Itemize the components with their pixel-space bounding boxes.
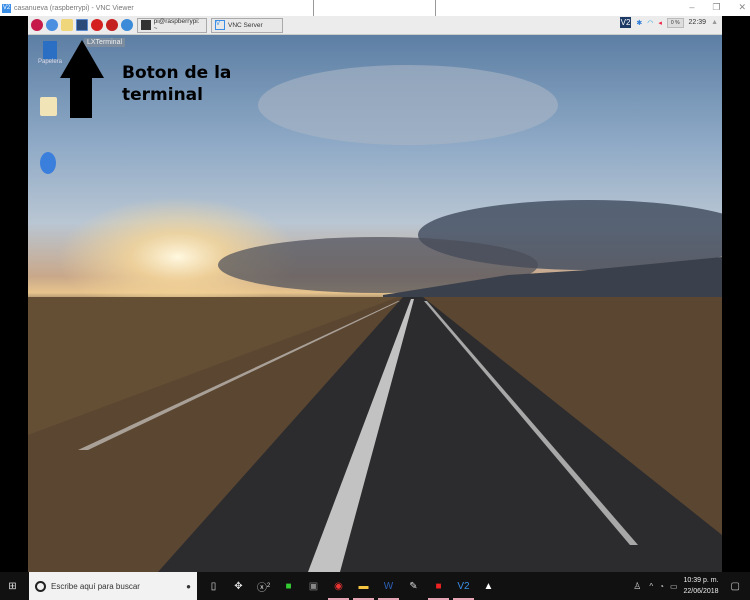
annotation-text: Boton de la terminal <box>122 63 232 105</box>
window-title: casanueva (raspberrypi) - VNC Viewer <box>14 4 134 12</box>
show-hidden-icons[interactable]: ^ <box>649 582 653 591</box>
system-clock[interactable]: 10:39 p. m. 22/06/2018 <box>684 575 719 597</box>
dropbox-icon[interactable]: ✥ <box>226 572 251 600</box>
task-vnc-server[interactable]: V VNC Server <box>211 17 283 33</box>
trash-icon <box>43 41 57 59</box>
task-label: VNC Server <box>228 21 263 29</box>
cpu-monitor: 0 % <box>666 17 684 28</box>
raspberry-pi-panel: pi@raspberrypi: ~ V VNC Server V2 ✱ ◠ ◂ … <box>28 16 722 35</box>
eject-icon[interactable]: ▲ <box>711 19 718 26</box>
network-icon[interactable]: ◔ <box>659 582 664 591</box>
clock-time: 10:39 p. m. <box>683 577 719 584</box>
mathematica-icon[interactable] <box>106 19 118 31</box>
folder-icon <box>40 97 57 116</box>
bluetooth-icon[interactable]: ✱ <box>636 19 642 27</box>
task-terminal[interactable]: pi@raspberrypi: ~ <box>137 17 207 33</box>
chrome-icon[interactable]: ◉ <box>326 572 351 600</box>
evernote-icon[interactable]: ■ <box>276 572 301 600</box>
app-icon[interactable]: ▣ <box>301 572 326 600</box>
maximize-button[interactable]: ❐ <box>712 2 720 13</box>
search-placeholder: Escribe aquí para buscar <box>51 581 140 591</box>
raspberry-menu-icon[interactable] <box>31 19 43 31</box>
vnc-tray-icon[interactable]: V2 <box>619 17 632 28</box>
word-icon[interactable]: W <box>376 572 401 600</box>
web-browser-icon[interactable] <box>46 19 58 31</box>
letterbox-left <box>0 16 28 572</box>
vnc-icon: V <box>215 20 225 30</box>
vnc-viewer-desktop-icon[interactable] <box>40 152 60 174</box>
vnc-toolbar-handle[interactable] <box>313 0 436 17</box>
terminal-icon[interactable] <box>76 19 88 31</box>
terminal-icon <box>141 20 151 30</box>
wifi-icon[interactable]: ◠ <box>647 19 653 27</box>
vnc-logo-icon: V2 <box>2 3 11 13</box>
file-manager-icon[interactable] <box>61 19 73 31</box>
windows-icon: ⊞ <box>8 580 17 592</box>
wolfram-icon[interactable] <box>91 19 103 31</box>
task-label: pi@raspberrypi: ~ <box>153 18 200 32</box>
task-view-button[interactable]: ▯ <box>201 572 226 600</box>
chromium-icon[interactable] <box>121 19 133 31</box>
red-app-icon[interactable]: ■ <box>426 572 451 600</box>
search-box[interactable]: Escribe aquí para buscar ● <box>29 572 197 600</box>
people-icon[interactable]: ♙ <box>633 581 641 592</box>
battery-icon[interactable]: ▭ <box>670 582 678 591</box>
notifications-icon[interactable]: ▢ <box>731 581 740 592</box>
xbox-badge: 2 <box>266 583 271 589</box>
folder-desktop-icon[interactable] <box>40 97 60 116</box>
close-button[interactable]: ✕ <box>738 2 746 13</box>
pen-app-icon[interactable]: ✎ <box>401 572 426 600</box>
microphone-icon[interactable]: ● <box>186 582 191 591</box>
file-explorer-icon[interactable]: ▬ <box>351 572 376 600</box>
vnc-viewer-taskbar-icon[interactable]: V2 <box>451 572 476 600</box>
wallpaper <box>28 65 722 572</box>
minimize-button[interactable]: – <box>689 2 694 13</box>
cortana-icon <box>35 580 46 592</box>
desktop: LXTerminal Papelera Boton de la terminal <box>28 35 722 572</box>
start-button[interactable]: ⊞ <box>0 572 25 600</box>
vnc-viewer-icon <box>40 152 56 174</box>
clock-date: 22/06/2018 <box>683 588 719 595</box>
window-titlebar: V2 casanueva (raspberrypi) - VNC Viewer … <box>0 0 750 17</box>
xbox-icon[interactable]: ⓧ 2 <box>251 572 276 600</box>
volume-icon[interactable]: ◂ <box>658 19 662 27</box>
windows-taskbar: ⊞ Escribe aquí para buscar ● ▯ ✥ ⓧ 2 ■ ▣ … <box>0 572 750 600</box>
panel-clock: 22:39 <box>688 19 707 26</box>
letterbox-right <box>722 16 750 572</box>
photos-icon[interactable]: ▲ <box>476 572 501 600</box>
arrow-annotation-icon <box>60 40 104 118</box>
